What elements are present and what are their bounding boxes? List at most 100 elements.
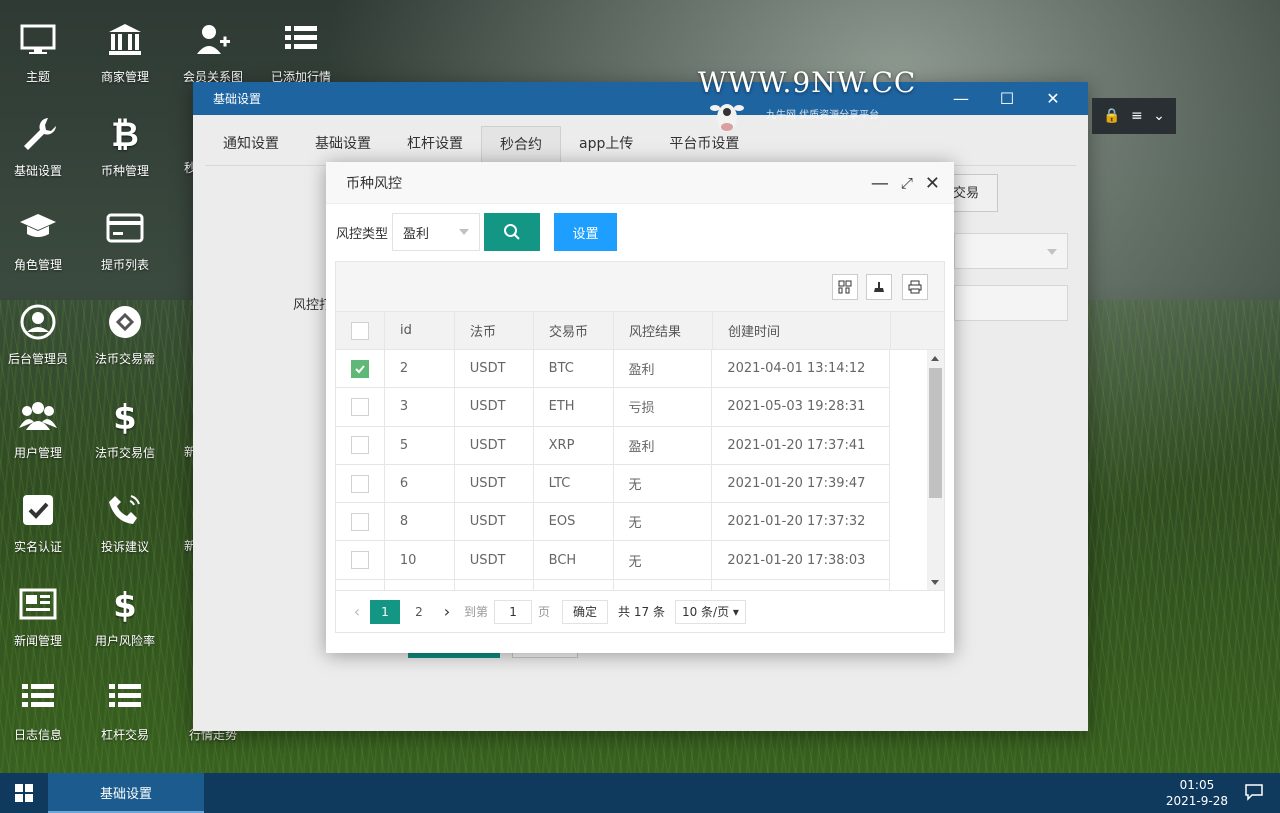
desktop-icon[interactable]: 日志信息 [0, 676, 81, 743]
table-row[interactable]: 3 USDT ETH 亏损 2021-05-03 19:28:31 [336, 388, 890, 427]
desktop-icon[interactable]: 基础设置 [0, 112, 81, 179]
check-icon [355, 365, 365, 374]
next-page-icon[interactable]: › [436, 602, 458, 621]
user-circle-icon [0, 300, 81, 344]
col-created[interactable]: 创建时间 [713, 312, 891, 349]
table-row[interactable]: 6 USDT LTC 无 2021-01-20 17:39:47 [336, 464, 890, 504]
scroll-up-icon[interactable] [931, 356, 939, 361]
row-checkbox[interactable] [350, 359, 369, 378]
chevron-down-icon[interactable]: ⌄ [1153, 108, 1165, 124]
goto-label: 到第 [464, 605, 489, 619]
page-size-select[interactable]: 10 条/页 ▾ [674, 599, 746, 624]
desktop-icon[interactable]: 商家管理 [82, 18, 168, 85]
cell-created: 2021-05-03 19:28:31 [712, 388, 890, 426]
clock[interactable]: 01:05 2021-9-28 [1166, 777, 1228, 809]
notification-icon[interactable] [1244, 783, 1264, 805]
row-checkbox-cell [336, 503, 385, 541]
start-button[interactable] [0, 773, 48, 813]
cell-created: 2021-01-20 17:39:47 [712, 464, 890, 503]
maximize-icon[interactable]: ☐ [984, 82, 1030, 115]
monitor-icon [0, 18, 81, 62]
cell-fiat: USDT [455, 541, 534, 579]
page-1[interactable]: 1 [370, 599, 400, 624]
select-all-checkbox[interactable] [351, 321, 369, 340]
cell-fiat: USDT [455, 350, 534, 388]
row-checkbox[interactable] [350, 512, 369, 531]
table-row[interactable]: 10 USDT BCH 无 2021-01-20 17:38:03 [336, 541, 890, 580]
dialog-header[interactable]: 币种风控 — ⤢ ✕ [326, 162, 954, 204]
tab-app-upload[interactable]: app上传 [561, 126, 651, 166]
page-2[interactable]: 2 [404, 600, 434, 624]
desktop-icon-label: 商家管理 [100, 70, 149, 84]
desktop-icon[interactable]: 新闻管理 [0, 582, 81, 649]
table-body: 2 USDT BTC 盈利 2021-04-01 13:14:12 3 USDT ETH 亏损 2… [336, 350, 944, 591]
scroll-thumb[interactable] [929, 368, 942, 498]
tab-second-contract[interactable]: 秒合约 [481, 126, 561, 166]
table-scrollbar[interactable] [927, 350, 944, 591]
desktop-icon[interactable]: 实名认证 [0, 488, 81, 555]
row-checkbox[interactable] [350, 551, 369, 570]
menu-icon[interactable]: ≡ [1131, 108, 1143, 124]
row-checkbox[interactable] [350, 436, 369, 455]
close-icon[interactable]: ✕ [1030, 82, 1076, 115]
desktop-icon[interactable]: $ 法币交易信 [82, 394, 168, 461]
search-button[interactable] [484, 213, 541, 251]
goto-page-input[interactable]: 1 [494, 599, 533, 624]
input-field[interactable] [954, 285, 1068, 321]
desktop-icon-label: 法币交易信 [94, 446, 155, 460]
col-id[interactable]: id [385, 312, 455, 349]
prev-page-icon[interactable]: ‹ [346, 602, 368, 621]
credit-card-icon [82, 206, 168, 250]
desktop-icon-label: 后台管理员 [7, 352, 68, 366]
risk-type-select[interactable]: 盈利 [392, 213, 481, 251]
settings-window-titlebar[interactable]: 基础设置 — ☐ ✕ [193, 82, 1088, 115]
goto-confirm-button[interactable]: 确定 [562, 599, 609, 624]
phone-icon [82, 488, 168, 532]
dollar-icon: $ [82, 582, 168, 626]
minimize-icon[interactable]: — [938, 82, 984, 115]
table-toolbar [336, 262, 944, 312]
table-row[interactable]: 2 USDT BTC 盈利 2021-04-01 13:14:12 [336, 350, 890, 389]
taskbar-item-settings[interactable]: 基础设置 [48, 773, 204, 813]
desktop-icon[interactable]: 杠杆交易 [82, 676, 168, 743]
desktop-icon[interactable]: 法币交易需 [82, 300, 168, 367]
minimize-icon[interactable]: — [871, 173, 889, 194]
desktop-icon[interactable]: 主题 [0, 18, 81, 85]
set-button[interactable]: 设置 [554, 213, 618, 251]
row-checkbox[interactable] [350, 474, 369, 493]
export-icon[interactable] [866, 274, 892, 300]
tab-leverage[interactable]: 杠杆设置 [389, 126, 481, 166]
desktop-icon[interactable]: 提币列表 [82, 206, 168, 273]
cell-coin: ETH [534, 388, 614, 426]
col-fiat[interactable]: 法币 [455, 312, 534, 349]
col-result[interactable]: 风控结果 [614, 312, 713, 349]
col-coin[interactable]: 交易币 [534, 312, 614, 349]
columns-icon[interactable] [832, 274, 858, 300]
desktop-icon[interactable]: ₿ 币种管理 [82, 112, 168, 179]
desktop-icon-label: 实名认证 [13, 540, 62, 554]
tab-notify[interactable]: 通知设置 [205, 126, 297, 166]
scroll-down-icon[interactable] [931, 580, 939, 585]
desktop-icon[interactable]: 会员关系图 [170, 18, 256, 85]
chevron-down-icon [459, 229, 470, 235]
table-row[interactable]: 8 USDT EOS 无 2021-01-20 17:37:32 [336, 503, 890, 542]
maximize-icon[interactable]: ⤢ [901, 174, 913, 192]
desktop-icon[interactable]: 后台管理员 [0, 300, 81, 367]
desktop-icon[interactable]: $ 用户风险率 [82, 582, 168, 649]
row-checkbox[interactable] [350, 397, 369, 416]
table-row[interactable]: 5 USDT XRP 盈利 2021-01-20 17:37:41 [336, 426, 890, 465]
chevron-down-icon [1047, 249, 1057, 255]
select-field[interactable] [954, 233, 1068, 269]
tab-basic[interactable]: 基础设置 [297, 126, 389, 166]
print-icon[interactable] [902, 274, 928, 300]
desktop-icon[interactable]: 已添加行情 [258, 18, 344, 85]
newspaper-icon [0, 582, 81, 626]
desktop-icon[interactable]: 投诉建议 [82, 488, 168, 555]
close-icon[interactable]: ✕ [925, 173, 940, 194]
desktop-icon[interactable]: 角色管理 [0, 206, 81, 273]
lock-icon[interactable]: 🔒 [1103, 108, 1120, 124]
cell-result: 无 [614, 503, 713, 541]
desktop-icon[interactable]: 用户管理 [0, 394, 81, 461]
list-icon [82, 676, 168, 720]
cell-result: 亏损 [614, 388, 713, 426]
